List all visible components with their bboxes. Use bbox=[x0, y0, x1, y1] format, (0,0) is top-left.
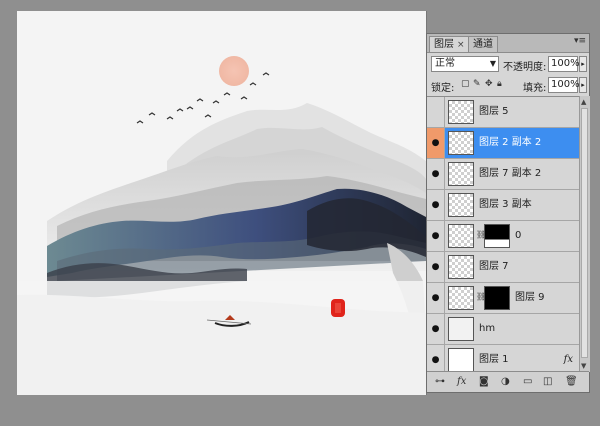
blend-mode-value: 正常 bbox=[435, 58, 455, 69]
layer-row[interactable]: ● 图层 1 fx bbox=[427, 345, 579, 373]
layer-thumbnail bbox=[448, 162, 474, 186]
mask-icon[interactable]: ◙ bbox=[479, 375, 489, 388]
eye-icon[interactable]: ● bbox=[427, 221, 445, 251]
layer-row[interactable]: 图层 5 bbox=[427, 97, 579, 128]
sun bbox=[219, 56, 249, 86]
folder-icon[interactable]: ▭ bbox=[523, 375, 532, 388]
layer-thumbnail bbox=[448, 100, 474, 124]
opacity-label: 不透明度: bbox=[503, 62, 547, 73]
tab-layers-label: 图层 bbox=[434, 39, 454, 50]
layer-thumbnail bbox=[448, 224, 474, 248]
layer-row[interactable]: ● 图层 7 副本 2 bbox=[427, 159, 579, 190]
layer-row[interactable]: ● ⛓︎ 0 bbox=[427, 221, 579, 252]
opacity-slider-button[interactable]: ▸ bbox=[579, 56, 587, 72]
layer-name: 图层 7 bbox=[479, 261, 509, 272]
eye-icon[interactable]: ● bbox=[427, 128, 445, 158]
blend-row: 正常 ▼ 不透明度: 100% ▸ bbox=[431, 56, 587, 74]
lock-label: 锁定: bbox=[431, 83, 455, 94]
eye-icon[interactable]: ● bbox=[427, 283, 445, 313]
tab-layers[interactable]: 图层 × bbox=[429, 36, 470, 52]
layer-list: 图层 5 ● 图层 2 副本 2 ● 图层 7 副本 2 ● 图层 3 副本 ●… bbox=[427, 96, 579, 373]
adjustment-icon[interactable]: ◑ bbox=[501, 375, 510, 388]
scroll-up-icon[interactable]: ▲ bbox=[581, 98, 586, 106]
eye-icon[interactable]: ● bbox=[427, 252, 445, 282]
scroll-down-icon[interactable]: ▼ bbox=[581, 362, 586, 370]
landscape-artwork bbox=[17, 56, 426, 395]
opacity-input[interactable]: 100% bbox=[548, 56, 580, 72]
layer-name: 图层 9 bbox=[515, 292, 545, 303]
fx-icon[interactable]: fx bbox=[457, 375, 466, 388]
scrollbar-thumb[interactable] bbox=[581, 108, 588, 358]
eye-icon[interactable]: ● bbox=[427, 345, 445, 373]
layer-thumbnail bbox=[448, 255, 474, 279]
eye-icon[interactable]: ● bbox=[427, 314, 445, 344]
layer-thumbnail bbox=[448, 193, 474, 217]
layer-thumbnail bbox=[448, 286, 474, 310]
trash-icon[interactable]: 🗑︎ bbox=[565, 375, 578, 388]
layer-name: 0 bbox=[515, 230, 522, 241]
lock-pixels-icon[interactable]: ✎ bbox=[473, 79, 481, 89]
link-icon[interactable]: ⊶ bbox=[435, 375, 445, 388]
chevron-down-icon: ▼ bbox=[489, 59, 496, 68]
layer-row[interactable]: ● 图层 3 副本 bbox=[427, 190, 579, 221]
layer-name: 图层 1 bbox=[479, 354, 509, 365]
layer-row[interactable]: ● ⛓︎ 图层 9 bbox=[427, 283, 579, 314]
eye-icon[interactable]: ● bbox=[427, 190, 445, 220]
layers-panel: 图层 × 通道 ▾≡ 正常 ▼ 不透明度: 100% ▸ 锁定: ▢ ✎ ✥ 🔒︎… bbox=[426, 33, 590, 393]
layer-name: 图层 7 副本 2 bbox=[479, 168, 542, 179]
lock-transparency-icon[interactable]: ▢ bbox=[461, 79, 470, 89]
fill-slider-button[interactable]: ▸ bbox=[579, 77, 587, 93]
layer-name: hm bbox=[479, 323, 496, 334]
lock-row: 锁定: ▢ ✎ ✥ 🔒︎ 填充: 100% ▸ bbox=[431, 77, 587, 95]
close-icon[interactable]: × bbox=[457, 40, 465, 50]
layer-mask-thumbnail[interactable] bbox=[484, 286, 510, 310]
layer-thumbnail bbox=[448, 131, 474, 155]
eye-icon[interactable]: ● bbox=[427, 159, 445, 189]
panel-menu-icon[interactable]: ▾≡ bbox=[574, 36, 586, 46]
layer-row-selected[interactable]: ● 图层 2 副本 2 bbox=[427, 128, 579, 159]
new-layer-icon[interactable]: ◫ bbox=[543, 375, 552, 388]
layer-name: 图层 3 副本 bbox=[479, 199, 532, 210]
visibility-toggle[interactable] bbox=[427, 97, 445, 127]
tab-channels[interactable]: 通道 bbox=[468, 36, 498, 52]
layer-name: 图层 5 bbox=[479, 106, 509, 117]
blend-mode-select[interactable]: 正常 ▼ bbox=[431, 56, 499, 72]
layer-mask-thumbnail[interactable] bbox=[484, 224, 510, 248]
tab-channels-label: 通道 bbox=[473, 39, 493, 50]
document-canvas[interactable] bbox=[17, 11, 427, 395]
layer-list-scrollbar[interactable]: ▲ ▼ bbox=[579, 96, 590, 372]
lock-position-icon[interactable]: ✥ bbox=[485, 79, 493, 89]
layer-thumbnail-sketch bbox=[448, 317, 474, 341]
layer-effects-icon[interactable]: fx bbox=[564, 345, 573, 373]
layer-name: 图层 2 副本 2 bbox=[479, 137, 542, 148]
layer-row[interactable]: ● 图层 7 bbox=[427, 252, 579, 283]
lock-all-icon[interactable]: 🔒︎ bbox=[497, 79, 502, 89]
fill-input[interactable]: 100% bbox=[548, 77, 580, 93]
layer-thumbnail bbox=[448, 348, 474, 372]
panel-bottom-bar: ⊶ fx ◙ ◑ ▭ ◫ 🗑︎ bbox=[427, 371, 589, 392]
fill-label: 填充: bbox=[523, 83, 547, 94]
layer-row[interactable]: ● hm bbox=[427, 314, 579, 345]
panel-tabs: 图层 × 通道 ▾≡ bbox=[427, 34, 589, 53]
